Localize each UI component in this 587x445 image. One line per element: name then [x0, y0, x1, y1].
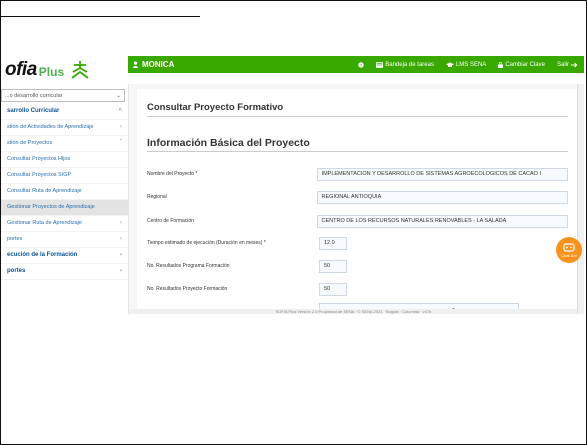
form-row: Regional REGIONAL ANTIOQUIA	[147, 190, 568, 204]
chevron-icon: ‹	[120, 236, 122, 242]
top-navbar: MONICA ? Bandeja de tareas LMS SENA Camb…	[128, 56, 584, 73]
lms-label: LMS SENA	[455, 61, 487, 68]
page-scrollbar[interactable]	[577, 84, 584, 314]
title-divider	[147, 116, 568, 117]
user-name: MONICA	[142, 60, 175, 69]
sidebar-item-label: sarrollo Curricular	[7, 108, 60, 114]
main-content: Consultar Proyecto Formativo Información…	[129, 84, 578, 314]
field-value[interactable]: CENTRO DE LOS RECURSOS NATURALES RENOVAB…	[316, 214, 568, 228]
profile-select-value: ...o desarrollo curricular	[5, 92, 63, 99]
sidebar-item-label: portes	[7, 236, 23, 242]
field-label: No. Resultados Programa Formación	[147, 263, 230, 269]
chevron-icon: ˇ	[120, 140, 122, 146]
sidebar-item[interactable]: ecución de la Formación ‹	[1, 248, 128, 264]
chevron-icon: ^	[118, 108, 122, 114]
form-row: No. Resultados Programa Formación 50	[147, 259, 568, 273]
field-label: Regional	[147, 194, 167, 200]
sidebar-item-label: portes	[7, 268, 26, 274]
field-value[interactable]: REGIONAL ANTIOQUIA	[316, 190, 568, 204]
field-label: Nombre del Proyecto *	[147, 171, 198, 177]
sofia-logo-plus: Plus	[38, 64, 65, 79]
section-divider	[147, 151, 568, 152]
section-title: Información Básica del Proyecto	[147, 137, 310, 149]
sidebar-item[interactable]: Consultar Proyectos Hijos	[1, 152, 128, 168]
form-row: Nombre del Proyecto * IMPLEMENTACION Y DE…	[147, 167, 568, 181]
sidebar-item[interactable]: stión de Actividades de Aprendizaje ‹	[1, 120, 128, 136]
sidebar-item[interactable]: portes ‹	[1, 232, 128, 248]
help-icon: ?	[358, 61, 364, 67]
sidebar-item[interactable]: stión de Proyectos ˇ	[1, 136, 128, 152]
browser-screenshot: ofia Plus MONICA ? Bandeja de tareas LMS…	[1, 56, 584, 314]
sofia-logo-text: ofia	[5, 59, 37, 80]
logo-area[interactable]: ofia Plus	[1, 56, 128, 84]
chat-bot-icon	[563, 242, 575, 252]
sidebar-item-label: stión de Actividades de Aprendizaje	[7, 124, 94, 130]
user-icon	[132, 61, 139, 68]
sidebar: ...o desarrollo curricular ⌄ sarrollo Cu…	[1, 84, 129, 314]
help-button[interactable]: ?	[358, 61, 364, 68]
sidebar-item-label: Consultar Proyectos Hijos	[7, 156, 71, 162]
inbox-button[interactable]: Bandeja de tareas	[376, 62, 434, 68]
content-panel: Consultar Proyecto Formativo Información…	[137, 89, 578, 314]
logout-icon	[571, 62, 578, 67]
field-value[interactable]: 50	[319, 282, 347, 296]
sena-logo-icon	[71, 61, 89, 79]
user-menu[interactable]: MONICA	[132, 60, 174, 69]
change-password-button[interactable]: Cambiar Clave	[498, 62, 545, 68]
sidebar-item[interactable]: sarrollo Curricular ^	[1, 104, 128, 120]
inbox-label: Bandeja de tareas	[385, 61, 434, 68]
graduation-cap-icon	[445, 61, 454, 67]
chevron-icon: ‹	[120, 124, 122, 130]
chevron-icon: ‹	[120, 220, 122, 226]
chevron-down-icon: ⌄	[116, 92, 121, 99]
form-row: No. Resultados Proyecto Formación 50	[147, 282, 568, 296]
lms-button[interactable]: LMS SENA	[445, 61, 487, 68]
form-row: Centro de Formación CENTRO DE LOS RECURSO…	[147, 214, 568, 228]
field-label: Tiempo estimado de ejecución (Duración e…	[147, 240, 266, 246]
profile-select[interactable]: ...o desarrollo curricular ⌄	[1, 89, 125, 102]
page-title: Consultar Proyecto Formativo	[147, 102, 284, 113]
logout-button[interactable]: Salir	[557, 62, 578, 68]
sidebar-item[interactable]: Gestionar Proyectos de Aprendizaje	[1, 200, 128, 216]
sidebar-item-label: stión de Proyectos	[7, 140, 53, 146]
chat-bot-label: Chat Bot	[561, 252, 577, 258]
sidebar-item[interactable]: portes ‹	[1, 264, 128, 280]
top-rule	[0, 16, 200, 17]
page-footer: SOFIA Plus Versión 2.0 Propiedad de SENA…	[129, 309, 578, 314]
inbox-icon	[376, 61, 384, 68]
logout-label: Salir	[556, 61, 569, 68]
sidebar-item[interactable]: Consultar Proyectos SIGP	[1, 168, 128, 184]
field-label: No. Resultados Proyecto Formación	[147, 286, 228, 292]
field-value[interactable]: IMPLEMENTACION Y DESARROLLO DE SISTEMAS …	[316, 167, 568, 181]
sidebar-item-label: ecución de la Formación	[7, 252, 78, 258]
change-password-label: Cambiar Clave	[505, 61, 545, 68]
field-value[interactable]: 50	[319, 259, 347, 273]
sidebar-item-label: Gestionar Proyectos de Aprendizaje	[7, 204, 95, 210]
sidebar-item[interactable]: Gestionar Ruta de Aprendizaje ‹	[1, 216, 128, 232]
top-menu: ? Bandeja de tareas LMS SENA Cambiar Cla…	[358, 62, 584, 68]
form-row: Tiempo estimado de ejecución (Duración e…	[147, 236, 568, 250]
field-label: Centro de Formación	[147, 218, 194, 224]
sidebar-item-label: Gestionar Ruta de Aprendizaje	[7, 220, 82, 226]
sidebar-item-label: Consultar Proyectos SIGP	[7, 172, 72, 178]
sidebar-item[interactable]: Consultar Ruta de Aprendizaje	[1, 184, 128, 200]
chevron-icon: ‹	[120, 268, 122, 274]
sidebar-menu: sarrollo Curricular ^ stión de Actividades…	[1, 104, 128, 280]
chat-bot-button[interactable]: Chat Bot	[556, 237, 582, 263]
chevron-icon: ‹	[120, 252, 122, 258]
sidebar-item-label: Consultar Ruta de Aprendizaje	[7, 188, 82, 194]
field-value[interactable]: 12.0	[319, 236, 347, 250]
lock-icon	[498, 61, 504, 68]
